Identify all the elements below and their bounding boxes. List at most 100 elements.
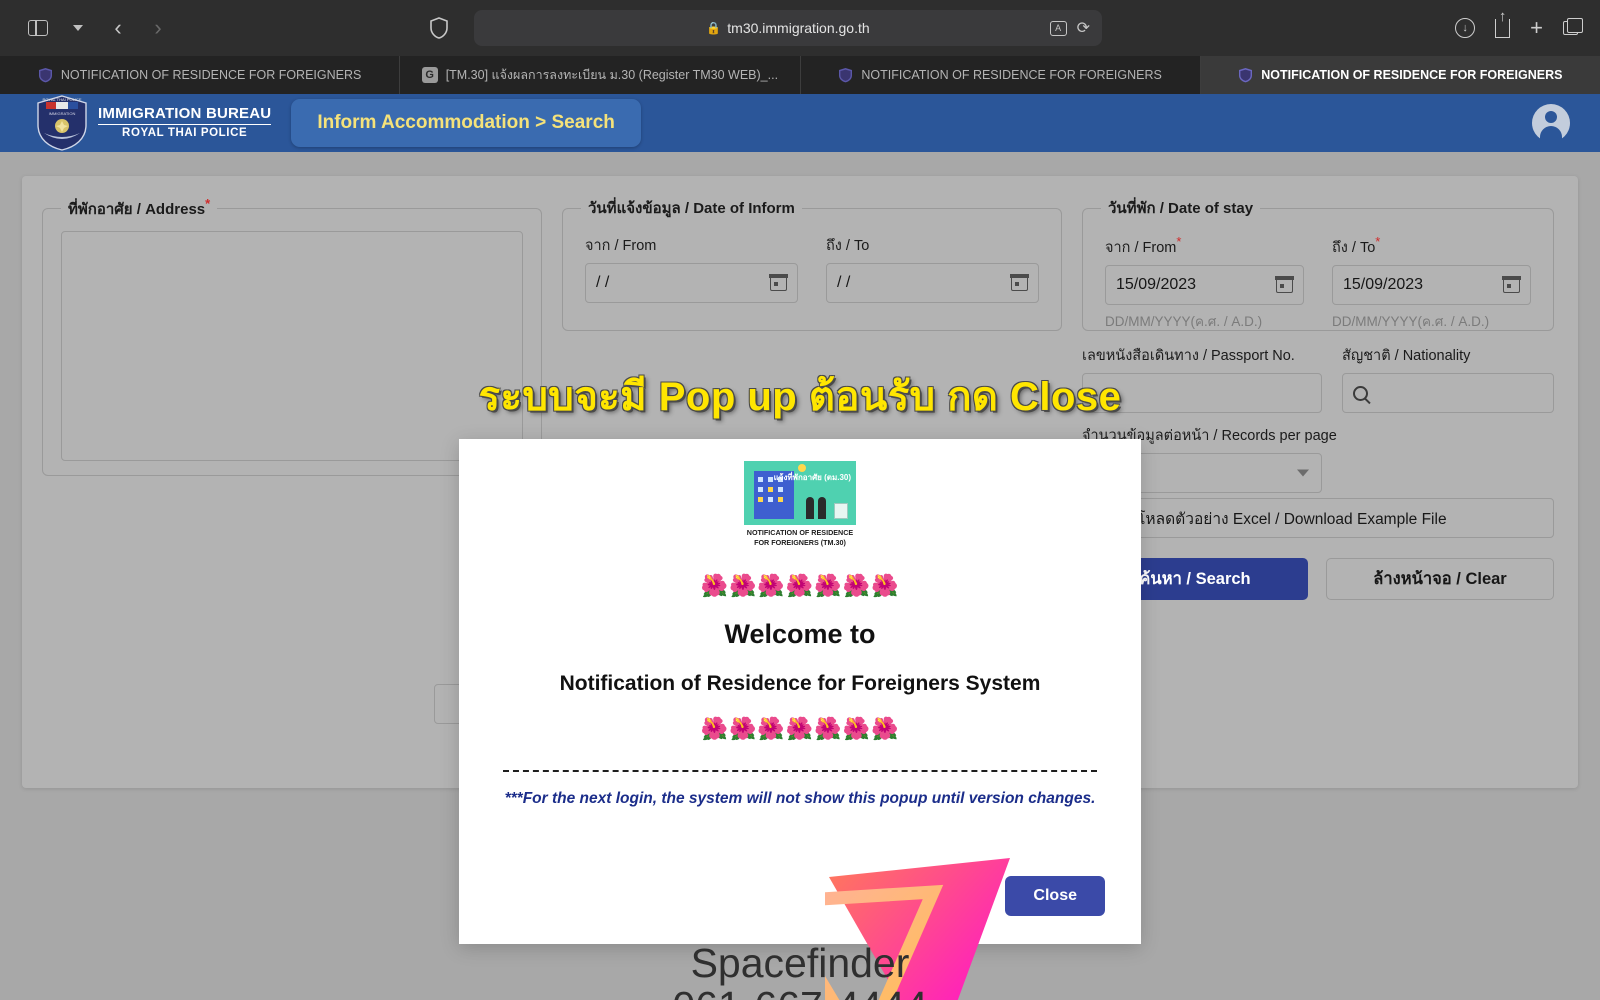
stay-to-field: ถึง / To* 15/09/2023 DD/MM/YYYY(ค.ศ. / A…: [1332, 234, 1531, 332]
inform-to-field: ถึง / To / /: [826, 234, 1039, 303]
tm30-logo-image: แจ้งที่พักอาศัย (ตม.30): [744, 461, 856, 525]
address-bar[interactable]: 🔒 tm30.immigration.go.th A ⟳: [474, 10, 1102, 46]
required-marker: *: [1375, 234, 1381, 249]
stay-from-input[interactable]: 15/09/2023: [1105, 264, 1304, 305]
passport-field: เลขหนังสือเดินทาง / Passport No.: [1082, 344, 1322, 413]
back-button[interactable]: ‹: [100, 11, 136, 45]
reload-icon[interactable]: ⟳: [1077, 18, 1090, 38]
flower-decoration-bottom: 🌺🌺🌺🌺🌺🌺🌺: [700, 716, 900, 741]
calendar-icon[interactable]: [1275, 276, 1294, 293]
inform-to-input[interactable]: / /: [826, 263, 1039, 303]
plus-icon[interactable]: +: [1530, 17, 1543, 39]
browser-tab-4-active[interactable]: NOTIFICATION OF RESIDENCE FOR FOREIGNERS: [1200, 56, 1600, 94]
browser-tab-2[interactable]: G [TM.30] แจ้งผลการลงทะเบียน ม.30 (Regis…: [400, 56, 801, 94]
person-icon: [806, 497, 814, 519]
police-shield-favicon: [839, 68, 853, 83]
nationality-input[interactable]: [1342, 373, 1554, 413]
inform-to-value: / /: [837, 274, 851, 291]
browser-tab-1[interactable]: NOTIFICATION OF RESIDENCE FOR FOREIGNERS: [0, 56, 401, 94]
sidebar-toggle-icon: [28, 20, 48, 36]
date-of-stay-fields: จาก / From* 15/09/2023 DD/MM/YYYY(ค.ศ. /…: [1083, 220, 1553, 332]
inform-from-value: / /: [596, 274, 610, 291]
calendar-icon[interactable]: [1502, 276, 1521, 293]
inform-to-label: ถึง / To: [826, 238, 870, 254]
browser-tab-title: [TM.30] แจ้งผลการลงทะเบียน ม.30 (Registe…: [445, 68, 779, 82]
browser-tab-title: NOTIFICATION OF RESIDENCE FOR FOREIGNERS: [1261, 68, 1563, 82]
stay-from-value: 15/09/2023: [1116, 275, 1197, 293]
address-input[interactable]: [61, 231, 523, 461]
privacy-shield-icon[interactable]: [430, 17, 448, 39]
logo-line-1: IMMIGRATION BUREAU: [98, 105, 272, 126]
watermark-phone: 061-667-4444: [672, 984, 927, 1000]
passport-input[interactable]: [1082, 373, 1322, 413]
stay-to-label: ถึง / To*: [1332, 234, 1381, 256]
suitcase-icon: [834, 503, 848, 519]
svg-text:ROYAL THAI POLICE: ROYAL THAI POLICE: [42, 97, 81, 102]
app-header: ROYAL THAI POLICE IMMIGRATION IMMIGRATIO…: [0, 94, 1600, 152]
translate-icon[interactable]: A: [1049, 20, 1067, 36]
download-icon[interactable]: ↓: [1455, 18, 1476, 38]
required-marker: *: [205, 196, 211, 211]
user-account-icon: [1532, 104, 1570, 142]
sidebar-toggle-button[interactable]: [20, 11, 56, 45]
stay-to-input[interactable]: 15/09/2023: [1332, 264, 1531, 305]
download-example-file-button[interactable]: ดาวน์โหลดตัวอย่าง Excel / Download Examp…: [1082, 498, 1554, 538]
back-arrow-icon: ‹: [114, 15, 122, 40]
browser-toolbar-actions: ↓ +: [1455, 0, 1583, 56]
address-bar-actions: A ⟳: [1049, 10, 1090, 46]
forward-button[interactable]: ›: [140, 11, 176, 45]
royal-thai-police-badge-icon: ROYAL THAI POLICE IMMIGRATION: [37, 95, 87, 151]
tm30-logo: แจ้งที่พักอาศัย (ตม.30) NOTIFICATION OF …: [744, 461, 856, 549]
calendar-icon[interactable]: [769, 274, 788, 291]
police-shield-favicon: [38, 68, 52, 83]
date-of-inform-group: วันที่แจ้งข้อมูล / Date of Inform จาก / …: [562, 196, 1062, 331]
person-icon: [818, 497, 826, 519]
stay-from-field: จาก / From* 15/09/2023 DD/MM/YYYY(ค.ศ. /…: [1105, 234, 1304, 332]
logo-text-block: IMMIGRATION BUREAU ROYAL THAI POLICE: [98, 105, 272, 141]
stay-from-helper: DD/MM/YYYY(ค.ศ. / A.D.): [1105, 313, 1263, 329]
search-icon: [1353, 385, 1368, 401]
nationality-field: สัญชาติ / Nationality: [1342, 344, 1554, 413]
browser-nav-controls: ‹ ›: [0, 11, 176, 45]
google-favicon: G: [421, 67, 438, 83]
share-icon[interactable]: [1495, 18, 1511, 38]
date-of-stay-group: วันที่พัก / Date of stay จาก / From* 15/…: [1082, 196, 1554, 331]
flower-decoration-top: 🌺🌺🌺🌺🌺🌺🌺: [700, 573, 900, 598]
welcome-modal: แจ้งที่พักอาศัย (ตม.30) NOTIFICATION OF …: [459, 439, 1141, 944]
watermark-brand: Spacefinder: [690, 940, 910, 986]
tab-overview-icon[interactable]: [1563, 18, 1583, 35]
page-body: ที่พักอาศัย / Address* วันที่แจ้งข้อมูล …: [0, 152, 1600, 1000]
required-marker: *: [1176, 234, 1182, 249]
welcome-subheading: Notification of Residence for Foreigners…: [559, 672, 1041, 695]
close-button[interactable]: Close: [1005, 876, 1105, 916]
form-action-row: ค้นหา / Search ล้างหน้าจอ / Clear: [1082, 558, 1554, 600]
sidebar-dropdown-button[interactable]: [60, 11, 96, 45]
browser-tab-3[interactable]: NOTIFICATION OF RESIDENCE FOR FOREIGNERS: [801, 56, 1201, 94]
chevron-down-icon: [1297, 469, 1309, 477]
breadcrumb[interactable]: Inform Accommodation > Search: [291, 99, 641, 147]
address-group-label: ที่พักอาศัย / Address*: [68, 196, 211, 218]
user-account-button[interactable]: [1532, 104, 1570, 142]
watermark-text: Spacefinder 061-667-4444: [672, 942, 927, 1000]
svg-text:IMMIGRATION: IMMIGRATION: [49, 111, 76, 116]
immigration-bureau-logo: ROYAL THAI POLICE IMMIGRATION IMMIGRATIO…: [36, 95, 272, 151]
calendar-icon[interactable]: [1010, 274, 1029, 291]
browser-tab-title: NOTIFICATION OF RESIDENCE FOR FOREIGNERS: [60, 68, 362, 82]
date-of-stay-group-label: วันที่พัก / Date of stay: [1108, 200, 1254, 217]
date-of-inform-fields: จาก / From / / ถึง / To / /: [563, 220, 1061, 303]
browser-tab-title: NOTIFICATION OF RESIDENCE FOR FOREIGNERS: [861, 68, 1162, 82]
tm30-logo-thai-text: แจ้งที่พักอาศัย (ตม.30): [773, 473, 851, 482]
lock-icon: 🔒: [706, 21, 722, 35]
inform-from-input[interactable]: / /: [585, 263, 798, 303]
url-text: tm30.immigration.go.th: [727, 20, 870, 36]
passport-label: เลขหนังสือเดินทาง / Passport No.: [1082, 348, 1295, 364]
tab-strip: NOTIFICATION OF RESIDENCE FOR FOREIGNERS…: [0, 56, 1600, 94]
logo-line-2: ROYAL THAI POLICE: [122, 127, 248, 140]
download-example-file-label: ดาวน์โหลดตัวอย่าง Excel / Download Examp…: [1099, 510, 1447, 528]
browser-toolbar: ‹ › 🔒 tm30.immigration.go.th A ⟳ ↓ +: [0, 0, 1600, 56]
date-of-inform-group-label: วันที่แจ้งข้อมูล / Date of Inform: [588, 200, 795, 217]
welcome-modal-note: ***For the next login, the system will n…: [504, 790, 1096, 807]
clear-button[interactable]: ล้างหน้าจอ / Clear: [1326, 558, 1554, 600]
forward-arrow-icon: ›: [154, 15, 162, 40]
welcome-modal-footer: Close: [485, 876, 1115, 944]
